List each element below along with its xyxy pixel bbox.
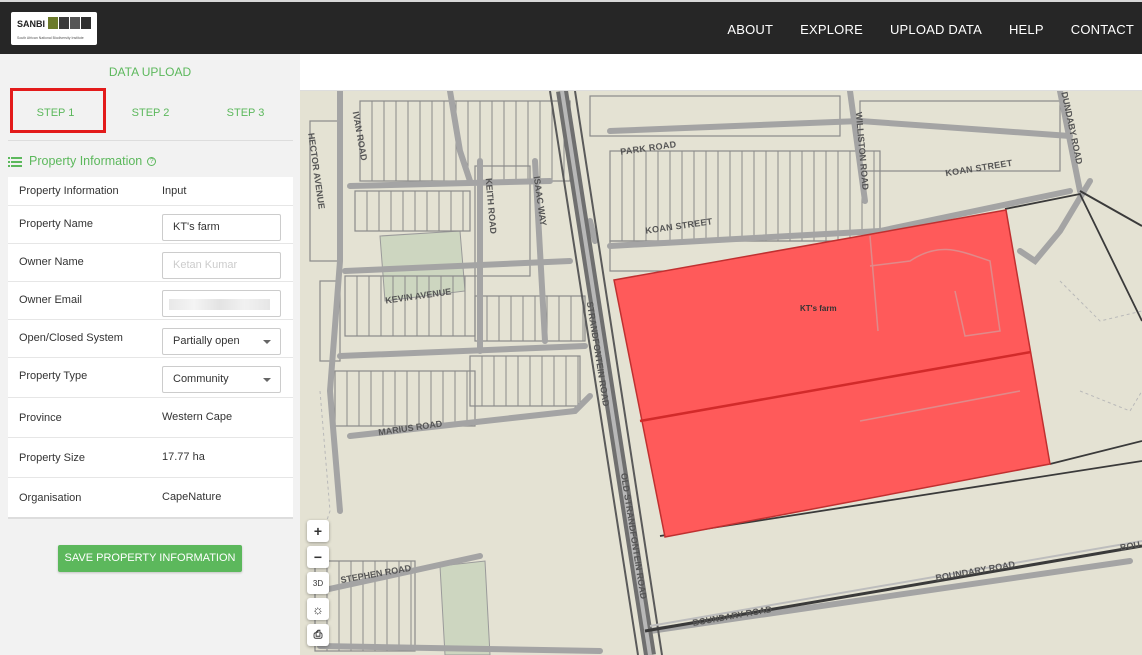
nav-help[interactable]: HELP [1009, 22, 1044, 37]
section-header: Property Information ? [8, 150, 293, 172]
nav-about[interactable]: ABOUT [727, 22, 773, 37]
row-label: Province [19, 412, 62, 424]
table-row: Property Name KT's farm [8, 205, 293, 243]
header-value: Input [162, 185, 187, 197]
organisation-value: CapeNature [162, 491, 222, 503]
nav-upload-data[interactable]: UPLOAD DATA [890, 22, 982, 37]
select-value: Partially open [173, 335, 240, 347]
table-header: Property Information Input [8, 177, 293, 205]
row-label: Property Type [19, 370, 88, 382]
tab-divider [8, 140, 293, 141]
map-canvas [300, 91, 1142, 655]
province-value: Western Cape [162, 411, 233, 423]
save-property-button[interactable]: SAVE PROPERTY INFORMATION [58, 545, 242, 572]
owner-name-input[interactable]: Ketan Kumar [162, 252, 281, 279]
tab-step-2[interactable]: STEP 2 [103, 107, 198, 119]
nav-contact[interactable]: CONTACT [1071, 22, 1134, 37]
chevron-down-icon [263, 340, 271, 344]
property-name-input[interactable]: KT's farm [162, 214, 281, 241]
row-label: Open/Closed System [19, 332, 123, 344]
property-type-select[interactable]: Community [162, 366, 281, 393]
sanbi-logo[interactable]: SANBI South African National Biodiversit… [11, 12, 97, 45]
redacted-email [169, 299, 270, 310]
row-label: Property Name [19, 218, 93, 230]
parcel-label: KT's farm [800, 304, 837, 313]
table-row: Province Western Cape [8, 397, 293, 437]
table-row: Owner Email [8, 281, 293, 319]
map-view[interactable]: KT's farm PARK ROAD KOAN STREET KOAN STR… [300, 91, 1142, 655]
table-row: Organisation CapeNature [8, 477, 293, 517]
step1-highlight [10, 88, 106, 133]
zoom-in-button[interactable]: + [307, 520, 329, 542]
top-navbar: SANBI South African National Biodiversit… [0, 0, 1142, 54]
select-value: Community [173, 373, 229, 385]
logo-subtitle: South African National Biodiversity Inst… [17, 36, 84, 40]
print-button[interactable]: ⎙ [307, 624, 329, 646]
open-closed-select[interactable]: Partially open [162, 328, 281, 355]
3d-toggle-button[interactable]: 3D [307, 572, 329, 594]
table-row: Open/Closed System Partially open [8, 319, 293, 357]
nav-explore[interactable]: EXPLORE [800, 22, 863, 37]
property-table: Property Information Input Property Name… [8, 177, 293, 519]
owner-email-input[interactable] [162, 290, 281, 317]
table-row: Property Size 17.77 ha [8, 437, 293, 477]
main-nav: ABOUT EXPLORE UPLOAD DATA HELP CONTACT [700, 2, 1134, 56]
panel-title: DATA UPLOAD [108, 65, 192, 79]
brightness-button[interactable]: ☼ [307, 598, 329, 620]
sun-icon: ☼ [312, 601, 324, 617]
logo-abbr: SANBI [17, 19, 46, 29]
row-label: Property Size [19, 452, 86, 464]
logo-tiles [48, 17, 91, 29]
tab-step-3[interactable]: STEP 3 [198, 107, 293, 119]
row-label: Organisation [19, 492, 82, 504]
section-title: Property Information [29, 154, 143, 168]
zoom-out-button[interactable]: − [307, 546, 329, 568]
help-icon[interactable]: ? [147, 156, 157, 166]
map-toolbar-strip [300, 54, 1142, 91]
upload-panel: DATA UPLOAD STEP 1 STEP 2 STEP 3 Propert… [0, 54, 300, 655]
printer-icon: ⎙ [313, 628, 323, 641]
row-label: Owner Name [19, 256, 84, 268]
table-row: Owner Name Ketan Kumar [8, 243, 293, 281]
row-label: Owner Email [19, 294, 82, 306]
list-icon [8, 156, 22, 167]
table-row: Property Type Community [8, 357, 293, 397]
header-label: Property Information [19, 185, 119, 197]
chevron-down-icon [263, 378, 271, 382]
property-size-value: 17.77 ha [162, 451, 205, 463]
